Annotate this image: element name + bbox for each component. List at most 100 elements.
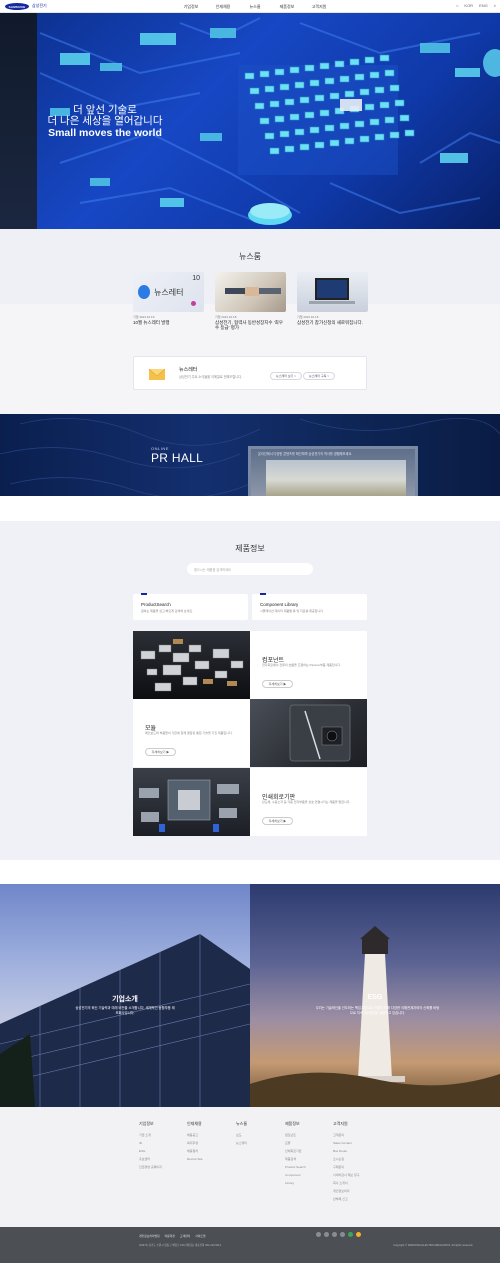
news-thumb-number: 10 [192, 275, 200, 282]
sleeve-right [259, 288, 281, 294]
home-icon[interactable]: ⌂ [456, 3, 458, 8]
footer-link[interactable]: 고객문의 [333, 1131, 381, 1139]
news-card[interactable]: 기업 2021.10.15 삼성전기 참가신청의 새로워집니다. [297, 272, 368, 325]
footer-link[interactable]: 뉴스레터 [236, 1139, 284, 1147]
footer-column-support: 고객지원 고객문의 Sales Contact Bus Route 오시는길 구… [333, 1121, 381, 1203]
lang-kor[interactable]: KOR [464, 3, 473, 8]
footer-heading[interactable]: 제품정보 [285, 1121, 333, 1127]
news-date: 기업 2021.10.18 [215, 315, 237, 319]
module-detail-button[interactable]: 자세히보기 ▶ [145, 748, 176, 756]
hero-line-2: 더 나은 세상을 열어갑니다 [47, 115, 163, 127]
samsung-logo[interactable]: SAMSUNG [5, 3, 29, 10]
nav-item-company[interactable]: 기업정보 [175, 4, 207, 10]
footer-link[interactable]: 모듈 [285, 1139, 333, 1147]
logo-subtitle[interactable]: 삼성전기 [32, 3, 47, 9]
footer-link[interactable]: 홍보센터 [139, 1155, 187, 1163]
footer-link[interactable]: Sales Contact [333, 1139, 381, 1147]
footer-link[interactable]: Bus Route [333, 1147, 381, 1155]
footer-link[interactable]: IR [139, 1139, 187, 1147]
product-desc: 전자회로에서 전류의 흐름을 조절하는 Passive부품 제품입니다. [262, 663, 341, 667]
footer-link[interactable]: 구매문의 [333, 1163, 381, 1171]
news-date: 기업 2021.10.15 [297, 315, 319, 319]
nav-item-careers[interactable]: 인재채용 [207, 4, 239, 10]
footer-link[interactable]: Library [285, 1179, 333, 1187]
footer-link[interactable]: 제품검색 [285, 1155, 333, 1163]
search-icon[interactable]: ⌕ [494, 3, 496, 8]
hero-text: 더 앞선 기술로 더 나은 세상을 열어갑니다 Small moves the … [45, 105, 165, 140]
terms-link[interactable]: 이용약관 [165, 1234, 175, 1238]
news-thumb-laptop [297, 272, 368, 312]
copyright: Copyright © SAMSUNG ELECTRO-MECHANICS. A… [393, 1244, 473, 1247]
news-card[interactable]: 뉴스레터 10 기업 2021.10.19 10월 뉴스레터 발행 [133, 272, 204, 325]
privacy-link[interactable]: 개인정보처리방침 [139, 1234, 160, 1238]
service-product-search[interactable]: ProductSearch 원하는 제품을 쉽고 빠르게 검색해 보세요. [133, 593, 248, 620]
pr-hall-painting [266, 460, 406, 496]
pcb-detail-button[interactable]: 자세히보기 ▶ [262, 817, 293, 825]
footer-link[interactable]: 회사 소개서 [333, 1179, 381, 1187]
footer-link[interactable]: 컴포넌트 [285, 1131, 333, 1139]
service-desc: 원하는 제품을 쉽고 빠르게 검색해 보세요. [141, 609, 193, 613]
footer-link[interactable]: Component [285, 1171, 333, 1179]
component-detail-button[interactable]: 자세히보기 ▶ [262, 680, 293, 688]
laptop-screen [315, 278, 349, 300]
about-title: 기업소개 [112, 996, 138, 1003]
footer-link[interactable]: 반부패 신고 [333, 1195, 381, 1203]
newsletter-box: 뉴스레터 삼성전기 주요 소식들을 이메일로 전해드립니다. 뉴스레터 보기 >… [133, 356, 367, 390]
web-accessibility-badge-icon[interactable] [348, 1232, 353, 1237]
newsletter-view-button[interactable]: 뉴스레터 보기 > [270, 372, 302, 380]
main-nav: 기업정보 인재채용 뉴스룸 제품정보 고객지원 [175, 4, 335, 10]
logo-text: SAMSUNG [8, 4, 26, 9]
footer-column-products: 제품정보 컴포넌트 모듈 인쇄회로기판 제품검색 Product Search … [285, 1121, 333, 1187]
footer-link[interactable]: 복리후생 [187, 1139, 235, 1147]
linkedin-icon[interactable] [340, 1232, 345, 1237]
footer-link[interactable]: ESG [139, 1147, 187, 1155]
header-tools: ⌂ KOR ENG ⌕ [456, 3, 496, 8]
nav-item-support[interactable]: 고객지원 [303, 4, 335, 10]
accent-bar [260, 593, 266, 595]
newsletter-desc: 삼성전기 주요 소식들을 이메일로 전해드립니다. [179, 375, 243, 379]
envelope-icon [148, 368, 166, 380]
footer-link[interactable]: 인쇄회로기판 [285, 1147, 333, 1155]
instagram-icon[interactable] [316, 1232, 321, 1237]
newsletter-subscribe-button[interactable]: 뉴스레터 구독 > [303, 372, 335, 380]
footer-link[interactable]: 인권경영 홈페이지 [139, 1163, 187, 1171]
newsletter-mark-icon [138, 285, 150, 299]
footer-link[interactable]: 오시는길 [333, 1155, 381, 1163]
component-card: 컴포넌트 전자회로에서 전류의 흐름을 조절하는 Passive부품 제품입니다… [250, 631, 367, 699]
esg-title: ESG [367, 994, 383, 1001]
footer-heading[interactable]: 고객지원 [333, 1121, 381, 1127]
decor-dot [191, 301, 196, 306]
footer-link[interactable]: 기업 소개 [139, 1131, 187, 1139]
nav-item-products[interactable]: 제품정보 [271, 4, 303, 10]
footer-heading[interactable]: 인재채용 [187, 1121, 235, 1127]
component-chips-art [140, 639, 244, 692]
news-thumb-handshake [215, 272, 286, 312]
pcb-image [133, 768, 250, 836]
facebook-icon[interactable] [332, 1232, 337, 1237]
service-component-library[interactable]: Component Library 시뮬레이션 데이터 제품별 툴 및 자료를 … [252, 593, 367, 620]
footer-heading[interactable]: 뉴스룸 [236, 1121, 284, 1127]
footer-link[interactable]: 개인정보처리 [333, 1187, 381, 1195]
sitemap-link[interactable]: 사이트맵 [195, 1234, 205, 1238]
product-search-input[interactable]: 찾으시는 제품을 검색하세요 [187, 563, 313, 575]
footer-link[interactable]: 보도 [236, 1131, 284, 1139]
products-title: 제품정보 [235, 544, 265, 553]
news-card[interactable]: 기업 2021.10.18 삼성전기, 협력사 동반성장지수 '최우수 등급' … [215, 272, 286, 330]
footer-link[interactable]: Product Search [285, 1163, 333, 1171]
lang-eng[interactable]: ENG [479, 3, 488, 8]
pcb-card: 인쇄회로기판 반도체, 수동소자 등 각종 전자부품을 상호 연결시키는 제품을… [250, 768, 367, 836]
footer-column-newsroom: 뉴스룸 보도 뉴스레터 [236, 1121, 284, 1147]
footer-column-careers: 인재채용 채용공고 복리후생 채용절차 Recruit Site [187, 1121, 235, 1163]
nav-item-newsroom[interactable]: 뉴스룸 [239, 4, 271, 10]
customer-center-link[interactable]: 고객센터 [180, 1234, 190, 1238]
news-title: 삼성전기 참가신청의 새로워집니다. [297, 320, 363, 325]
award-badge-icon[interactable] [356, 1232, 361, 1237]
footer-link[interactable]: 사이버감사 제보 창구 [333, 1171, 381, 1179]
footer-link[interactable]: 채용공고 [187, 1131, 235, 1139]
module-phone-art [289, 704, 351, 762]
footer-heading[interactable]: 기업정보 [139, 1121, 187, 1127]
youtube-icon[interactable] [324, 1232, 329, 1237]
footer-link[interactable]: Recruit Site [187, 1155, 235, 1163]
pr-hall-desc: 온라인에서 다양한 콘텐츠를 확인하며 삼성전기의 역사를 경험해보세요. [258, 452, 353, 456]
footer-link[interactable]: 채용절차 [187, 1147, 235, 1155]
